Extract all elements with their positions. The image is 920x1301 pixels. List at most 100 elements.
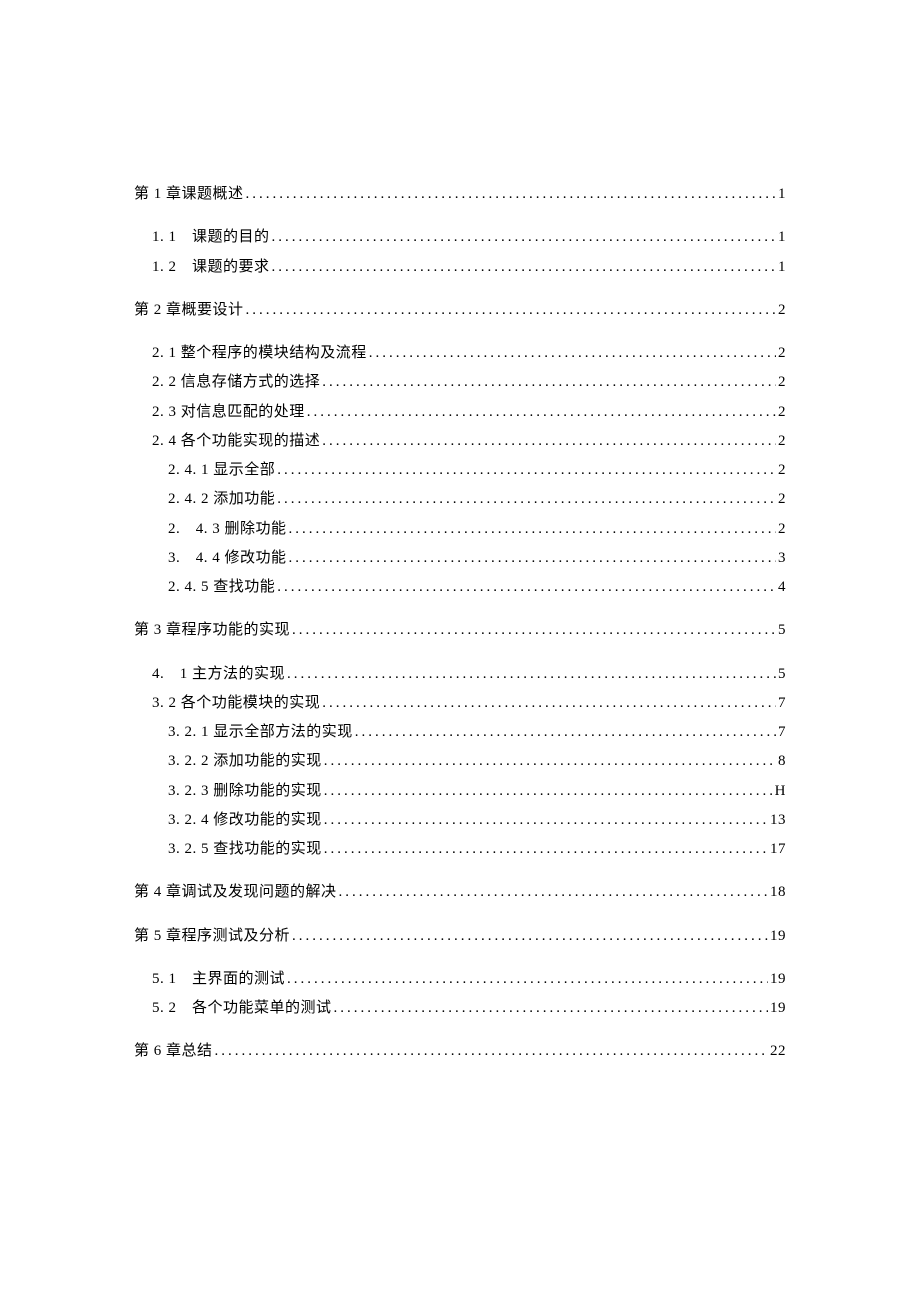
toc-label: 1. 1 课题的目的 (152, 223, 270, 252)
toc-label: 2. 1 整个程序的模块结构及流程 (152, 339, 367, 368)
toc-label: 第 4 章调试及发现问题的解决 (134, 878, 337, 907)
toc-leader-dots (322, 689, 776, 718)
toc-label: 第 1 章课题概述 (134, 180, 244, 209)
document-page: 第 1 章课题概述 1 1. 1 课题的目的 1 1. 2 课题的要求 1 第 2 章概要设… (0, 0, 920, 1067)
toc-entry: 2. 4. 3 删除功能 2 (134, 515, 786, 544)
toc-label: 2. 4. 1 显示全部 (168, 456, 275, 485)
toc-label: 2. 2 信息存储方式的选择 (152, 368, 320, 397)
toc-page-number: 1 (778, 253, 786, 282)
toc-entry: 5. 2 各个功能菜单的测试 19 (134, 994, 786, 1023)
toc-label: 2. 4. 5 查找功能 (168, 573, 275, 602)
toc-label: 第 3 章程序功能的实现 (134, 616, 290, 645)
toc-entry: 4. 1 主方法的实现 5 (134, 660, 786, 689)
toc-page-number: 8 (778, 747, 786, 776)
toc-leader-dots (272, 223, 776, 252)
toc-leader-dots (215, 1037, 768, 1066)
toc-label: 5. 1 主界面的测试 (152, 965, 285, 994)
toc-entry: 第 2 章概要设计 2 (134, 296, 786, 325)
toc-page-number: 1 (778, 223, 786, 252)
toc-leader-dots (322, 368, 776, 397)
toc-page-number: 19 (770, 994, 786, 1023)
toc-page-number: 2 (778, 456, 786, 485)
toc-page-number: 2 (778, 339, 786, 368)
toc-entry: 第 6 章总结22 (134, 1037, 786, 1066)
toc-entry: 2. 4 各个功能实现的描述 2 (134, 427, 786, 456)
toc-leader-dots (246, 296, 776, 325)
toc-label: 2. 4. 3 删除功能 (168, 515, 287, 544)
toc-leader-dots (277, 573, 776, 602)
toc-page-number: 17 (770, 835, 786, 864)
toc-leader-dots (287, 965, 768, 994)
toc-entry: 3. 2 各个功能模块的实现 7 (134, 689, 786, 718)
toc-page-number: 13 (770, 806, 786, 835)
toc-entry: 2. 4. 1 显示全部 2 (134, 456, 786, 485)
toc-leader-dots (324, 747, 776, 776)
toc-label: 2. 4 各个功能实现的描述 (152, 427, 320, 456)
toc-leader-dots (339, 878, 768, 907)
toc-entry: 第 1 章课题概述 1 (134, 180, 786, 209)
toc-page-number: 18 (770, 878, 786, 907)
toc-leader-dots (369, 339, 776, 368)
toc-label: 5. 2 各个功能菜单的测试 (152, 994, 332, 1023)
toc-leader-dots (272, 253, 776, 282)
toc-page-number: 5 (778, 660, 786, 689)
toc-leader-dots (355, 718, 776, 747)
toc-label: 第 2 章概要设计 (134, 296, 244, 325)
toc-page-number: 19 (770, 965, 786, 994)
toc-page-number: 4 (778, 573, 786, 602)
toc-page-number: 2 (778, 485, 786, 514)
toc-page-number: 7 (778, 718, 786, 747)
toc-entry: 3. 2. 1 显示全部方法的实现7 (134, 718, 786, 747)
toc-leader-dots (289, 515, 776, 544)
toc-leader-dots (324, 777, 773, 806)
toc-page-number: 2 (778, 368, 786, 397)
toc-entry: 3. 2. 2 添加功能的实现 8 (134, 747, 786, 776)
toc-entry: 2. 4. 2 添加功能 2 (134, 485, 786, 514)
toc-label: 3. 2. 4 修改功能的实现 (168, 806, 322, 835)
toc-page-number: 2 (778, 427, 786, 456)
toc-entry: 1. 2 课题的要求 1 (134, 253, 786, 282)
toc-label: 2. 3 对信息匹配的处理 (152, 398, 305, 427)
toc-entry: 3. 2. 5 查找功能的实现 17 (134, 835, 786, 864)
toc-leader-dots (287, 660, 776, 689)
toc-entry: 3. 4. 4 修改功能 3 (134, 544, 786, 573)
toc-label: 4. 1 主方法的实现 (152, 660, 285, 689)
toc-label: 3. 2 各个功能模块的实现 (152, 689, 320, 718)
toc-entry: 1. 1 课题的目的 1 (134, 223, 786, 252)
toc-page-number: 2 (778, 515, 786, 544)
toc-entry: 2. 4. 5 查找功能 4 (134, 573, 786, 602)
toc-label: 3. 2. 3 删除功能的实现 (168, 777, 322, 806)
toc-page-number: H (775, 777, 786, 806)
toc-leader-dots (324, 806, 768, 835)
toc-leader-dots (277, 456, 776, 485)
toc-page-number: 2 (778, 296, 786, 325)
toc-entry: 第 4 章调试及发现问题的解决 18 (134, 878, 786, 907)
toc-entry: 3. 2. 3 删除功能的实现 H (134, 777, 786, 806)
toc-page-number: 1 (778, 180, 786, 209)
toc-entry: 第 5 章程序测试及分析 19 (134, 922, 786, 951)
toc-page-number: 7 (778, 689, 786, 718)
toc-entry: 2. 3 对信息匹配的处理 2 (134, 398, 786, 427)
toc-entry: 第 3 章程序功能的实现 5 (134, 616, 786, 645)
toc-label: 3. 4. 4 修改功能 (168, 544, 287, 573)
toc-entry: 3. 2. 4 修改功能的实现 13 (134, 806, 786, 835)
toc-leader-dots (246, 180, 776, 209)
toc-page-number: 5 (778, 616, 786, 645)
toc-leader-dots (289, 544, 776, 573)
toc-leader-dots (277, 485, 776, 514)
toc-leader-dots (292, 922, 768, 951)
toc-leader-dots (324, 835, 768, 864)
toc-label: 第 5 章程序测试及分析 (134, 922, 290, 951)
toc-label: 第 6 章总结 (134, 1037, 213, 1066)
toc-label: 3. 2. 5 查找功能的实现 (168, 835, 322, 864)
toc-page-number: 2 (778, 398, 786, 427)
toc-leader-dots (334, 994, 768, 1023)
toc-leader-dots (307, 398, 776, 427)
toc-label: 3. 2. 2 添加功能的实现 (168, 747, 322, 776)
toc-page-number: 19 (770, 922, 786, 951)
toc-entry: 2. 1 整个程序的模块结构及流程 2 (134, 339, 786, 368)
toc-page-number: 3 (778, 544, 786, 573)
toc-label: 2. 4. 2 添加功能 (168, 485, 275, 514)
toc-label: 1. 2 课题的要求 (152, 253, 270, 282)
table-of-contents: 第 1 章课题概述 1 1. 1 课题的目的 1 1. 2 课题的要求 1 第 2 章概要设… (134, 180, 786, 1067)
